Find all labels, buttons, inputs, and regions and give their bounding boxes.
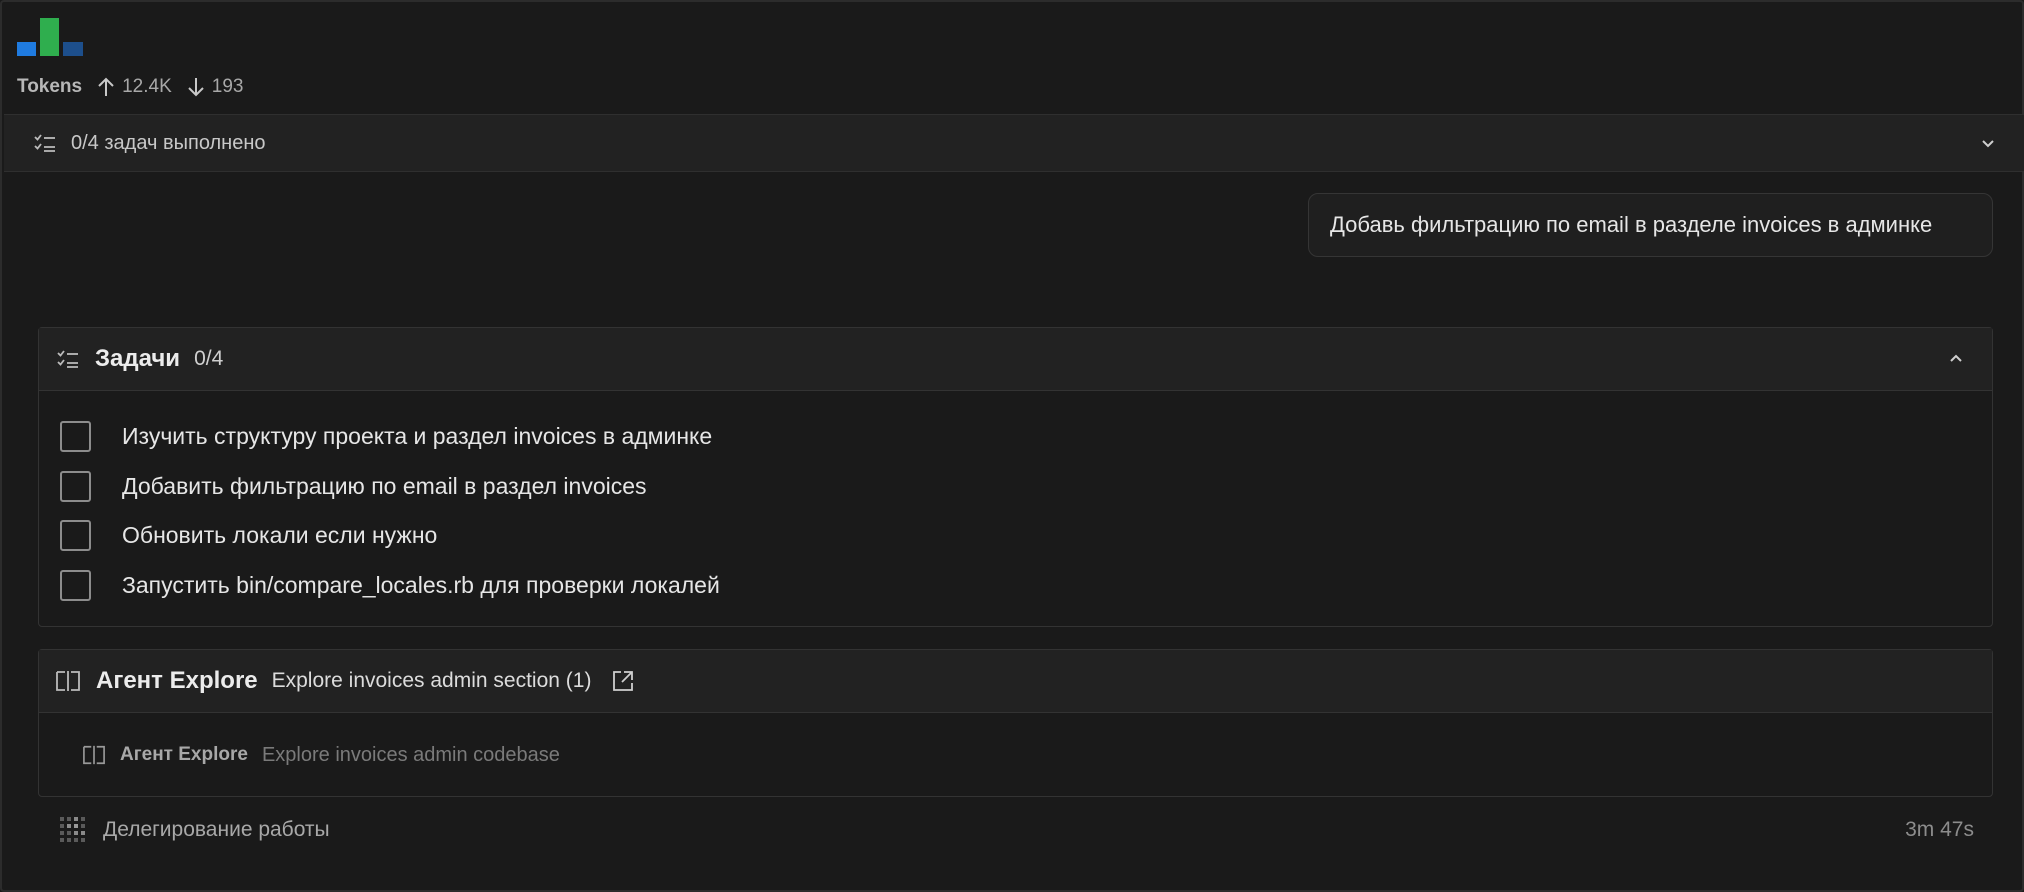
tasks-count: 0/4 (194, 347, 224, 370)
tasks-panel-header[interactable]: Задачи 0/4 (39, 328, 1992, 391)
sub-agent-row[interactable]: Агент Explore Explore invoices admin cod… (39, 713, 1992, 797)
agent-description: Explore invoices admin section (1) (271, 669, 592, 692)
loading-dots-icon (60, 817, 85, 842)
task-label: Запустить bin/compare_locales.rb для про… (122, 571, 720, 598)
tasks-title: Задачи (95, 345, 181, 372)
task-checkbox[interactable] (60, 421, 91, 453)
tokens-label: Tokens (17, 76, 83, 97)
arrow-up-icon (98, 77, 114, 96)
external-link-icon[interactable] (611, 669, 635, 693)
task-item: Изучить структуру проекта и раздел invoi… (39, 412, 1992, 462)
agent-panel: Агент Explore Explore invoices admin sec… (38, 649, 1993, 797)
task-label: Изучить структуру проекта и раздел invoi… (122, 423, 713, 450)
agent-book-icon (83, 745, 105, 765)
app-window: Tokens 12.4K 193 0/4 задач выполнено Доб… (0, 0, 2024, 892)
tasks-panel: Задачи 0/4 Изучить структуру проекта и р… (38, 327, 1993, 627)
task-checkbox[interactable] (60, 520, 91, 552)
task-item: Запустить bin/compare_locales.rb для про… (39, 561, 1992, 611)
agent-panel-header[interactable]: Агент Explore Explore invoices admin sec… (39, 650, 1992, 713)
elapsed-time: 3m 47s (1905, 818, 1974, 841)
task-label: Добавить фильтрацию по email в раздел in… (122, 472, 647, 499)
checklist-icon (34, 134, 55, 152)
task-list: Изучить структуру проекта и раздел invoi… (39, 412, 1992, 610)
usage-chart-icon (17, 18, 83, 56)
task-checkbox[interactable] (60, 569, 91, 601)
task-progress-text: 0/4 задач выполнено (71, 131, 266, 154)
sub-agent-description: Explore invoices admin codebase (261, 743, 560, 766)
sub-agent-title: Агент Explore (120, 744, 248, 765)
tokens-down-value: 193 (211, 76, 244, 97)
arrow-down-icon (188, 78, 204, 97)
chevron-up-icon[interactable] (1946, 349, 1966, 369)
agent-book-icon (56, 671, 80, 691)
user-message-bubble: Добавь фильтрацию по email в разделе inv… (1308, 193, 1993, 257)
task-item: Добавить фильтрацию по email в раздел in… (39, 462, 1992, 512)
token-usage: Tokens 12.4K 193 (17, 72, 257, 102)
task-label: Обновить локали если нужно (122, 522, 438, 549)
status-footer: Делегирование работы 3m 47s (58, 812, 1978, 848)
task-checkbox[interactable] (60, 470, 91, 502)
tokens-up-value: 12.4K (122, 76, 172, 97)
task-progress-bar[interactable]: 0/4 задач выполнено (4, 114, 2024, 172)
checklist-icon (57, 350, 78, 368)
agent-title: Агент Explore (96, 667, 258, 694)
chevron-down-icon[interactable] (1978, 133, 1998, 153)
task-item: Обновить локали если нужно (39, 511, 1992, 561)
status-text: Делегирование работы (103, 818, 330, 841)
